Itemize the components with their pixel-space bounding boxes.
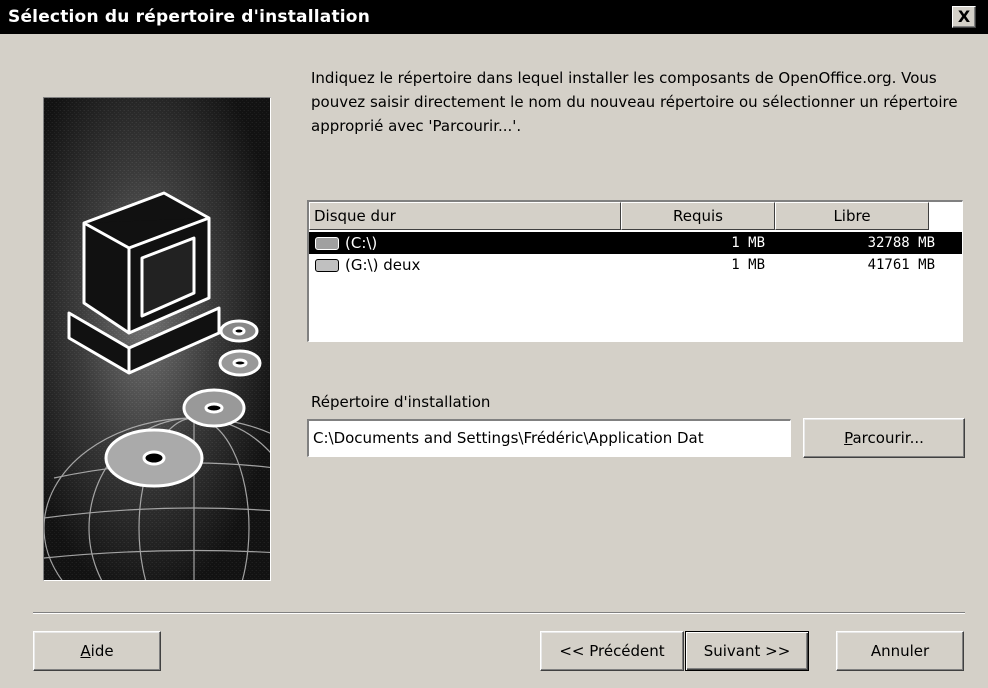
help-label: ide (90, 642, 114, 660)
hard-drive-icon (315, 237, 339, 250)
column-header-required[interactable]: Requis (621, 202, 775, 230)
close-icon: X (957, 7, 971, 26)
footer-separator (33, 612, 965, 614)
browse-label: arcourir... (852, 429, 924, 447)
install-dir-label: Répertoire d'installation (311, 393, 491, 411)
drive-name: (C:\) (345, 234, 378, 252)
hard-drive-icon (315, 259, 339, 272)
drive-free: 32788 MB (867, 235, 935, 251)
drive-name: (G:\) deux (345, 256, 421, 274)
close-button[interactable]: X (952, 6, 976, 28)
drive-required: 1 MB (731, 257, 765, 273)
drive-row-c[interactable]: (C:\) 1 MB 32788 MB (309, 232, 962, 254)
column-header-drive[interactable]: Disque dur (309, 202, 621, 230)
browse-button[interactable]: Parcourir... (803, 418, 965, 458)
drive-list[interactable]: Disque dur Requis Libre (C:\) 1 MB 32788… (307, 200, 963, 342)
drive-row-g[interactable]: (G:\) deux 1 MB 41761 MB (309, 254, 962, 276)
help-accel: A (80, 642, 91, 660)
help-button[interactable]: Aide (33, 631, 161, 671)
title-bar: Sélection du répertoire d'installation X (0, 0, 988, 34)
computer-discs-illustration (44, 98, 270, 580)
drive-required: 1 MB (731, 235, 765, 251)
window-title: Sélection du répertoire d'installation (8, 7, 370, 27)
drive-free: 41761 MB (867, 257, 935, 273)
intro-text: Indiquez le répertoire dans lequel insta… (311, 69, 958, 135)
installer-illustration (43, 97, 271, 581)
install-dir-field[interactable]: C:\Documents and Settings\Frédéric\Appli… (307, 419, 791, 457)
previous-button[interactable]: << Précédent (540, 631, 684, 671)
cancel-button[interactable]: Annuler (836, 631, 964, 671)
column-header-free[interactable]: Libre (775, 202, 929, 230)
next-button[interactable]: Suivant >> (685, 631, 809, 671)
list-header: Disque dur Requis Libre (309, 202, 962, 232)
